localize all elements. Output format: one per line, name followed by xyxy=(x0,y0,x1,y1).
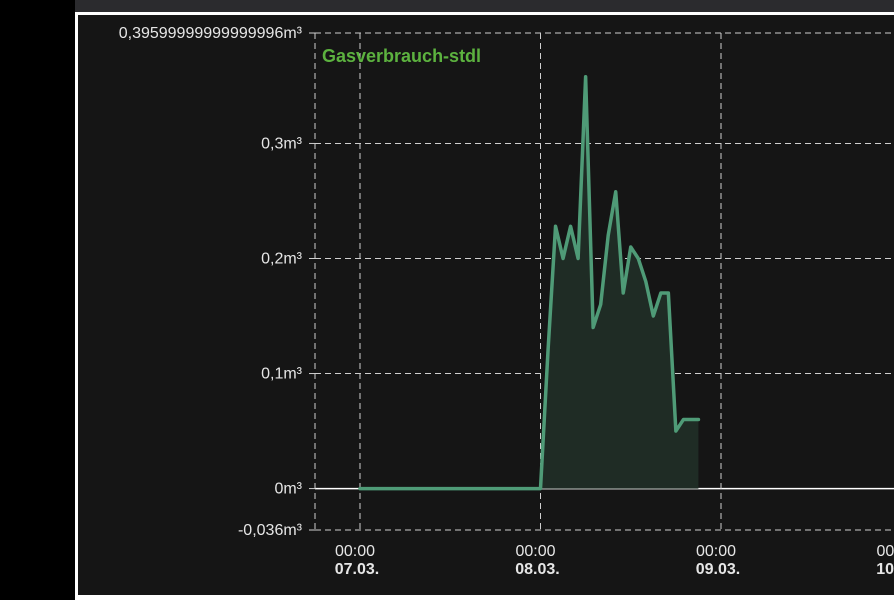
y-tick-label: 0,3m³ xyxy=(261,135,303,152)
x-tick-date: 09.03. xyxy=(696,561,740,578)
y-tick-label: 0m³ xyxy=(274,481,302,498)
x-tick-time: 00:00 xyxy=(515,543,555,560)
x-tick-date: 10.03. xyxy=(876,561,894,578)
x-tick-time: 00:00 xyxy=(696,543,736,560)
series-area xyxy=(358,74,701,491)
y-tick-label: 0,1m³ xyxy=(261,366,303,383)
x-tick-time: 00:00 xyxy=(876,543,894,560)
legend: Gasverbrauch-stdl xyxy=(322,46,481,66)
y-tick-label: 0,39599999999999996m³ xyxy=(119,25,303,42)
y-tick-label: 0,2m³ xyxy=(261,250,303,267)
legend-entry: Gasverbrauch-stdl xyxy=(322,46,481,66)
y-tick-label: -0,036m³ xyxy=(238,522,303,539)
y-axis-ticks: 0,39599999999999996m³ 0,3m³ 0,2m³ 0,1m³ 0m³ -… xyxy=(119,25,303,539)
chart: 0,39599999999999996m³ 0,3m³ 0,2m³ 0,1m³ 0m³ -… xyxy=(119,25,894,578)
x-tick-time: 00:00 xyxy=(335,543,375,560)
x-axis-ticks: 00:0007.03.00:0008.03.00:0009.03.00:0010… xyxy=(335,543,894,578)
x-tick-date: 07.03. xyxy=(335,561,379,578)
x-tick-date: 08.03. xyxy=(515,561,559,578)
